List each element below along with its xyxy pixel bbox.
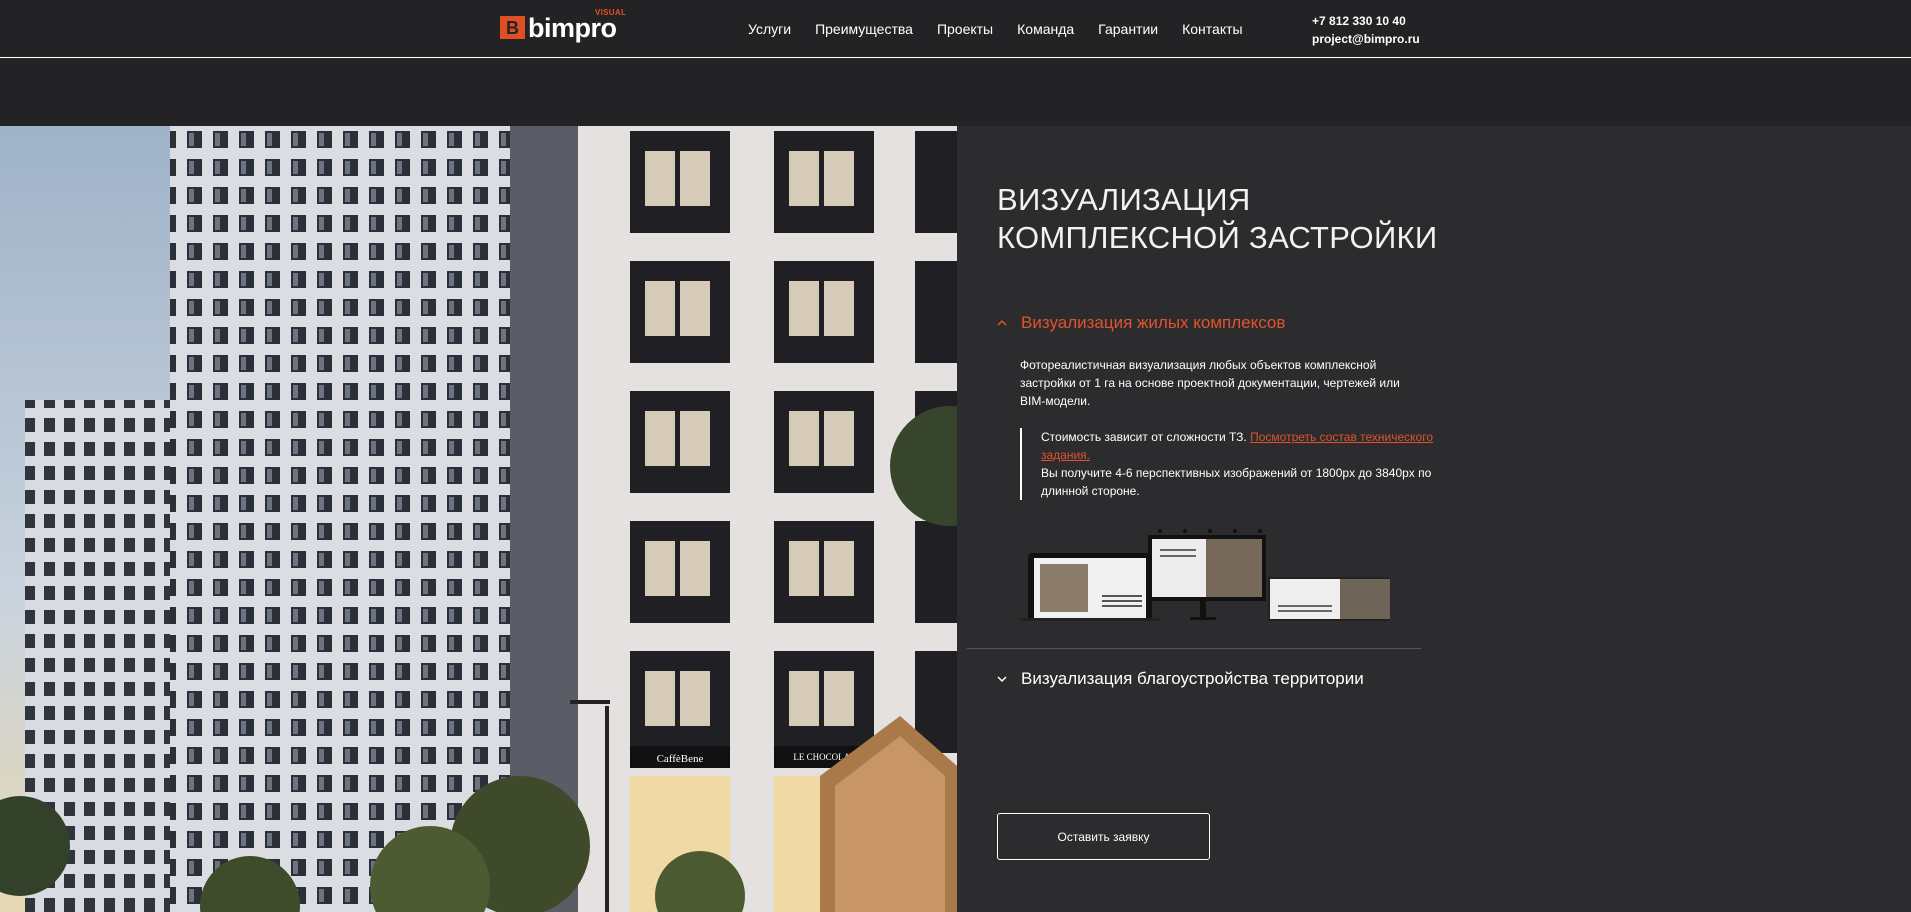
accordion-description: Фотореалистичная визуализация любых объе… [1020,358,1400,408]
hero-image: CaffèBene LE CHOCOLAT [0,126,957,912]
page-title: ВИЗУАЛИЗАЦИЯ КОМПЛЕКСНОЙ ЗАСТРОЙКИ [997,181,1437,257]
nav-item-team[interactable]: Команда [1017,21,1074,37]
shop-sign-1: CaffèBene [657,753,704,765]
accordion-item-landscaping[interactable]: Визуализация благоустройства территории [997,669,1364,689]
site-header: B bimpro VISUAL Услуги Преимущества Прое… [0,0,1911,58]
submit-request-button[interactable]: Оставить заявку [997,813,1210,860]
contact-block: +7 812 330 10 40 project@bimpro.ru [1312,12,1420,48]
nav-item-services[interactable]: Услуги [748,21,791,37]
building-illustration: CaffèBene LE CHOCOLAT [0,126,957,912]
logo-tag: VISUAL [595,8,627,17]
accordion-item-residential[interactable]: Визуализация жилых комплексов [997,313,1285,333]
title-line-1: ВИЗУАЛИЗАЦИЯ [997,182,1251,217]
chevron-down-icon [997,676,1007,683]
devices-mockup-icon [1020,529,1412,623]
cost-text: Стоимость зависит от сложности ТЗ. [1041,430,1247,444]
nav-item-projects[interactable]: Проекты [937,21,993,37]
header-spacer [0,59,1911,126]
email-link[interactable]: project@bimpro.ru [1312,30,1420,48]
pricing-note: Стоимость зависит от сложности ТЗ. Посмо… [1020,428,1440,500]
accordion-divider [967,648,1421,649]
devices-illustration [1020,521,1412,623]
logo-mark-icon: B [500,16,525,39]
nav-item-guarantees[interactable]: Гарантии [1098,21,1158,37]
phone-link[interactable]: +7 812 330 10 40 [1312,12,1420,30]
accordion-title-residential: Визуализация жилых комплексов [1021,313,1286,332]
chevron-up-icon [997,319,1007,326]
info-panel: ВИЗУАЛИЗАЦИЯ КОМПЛЕКСНОЙ ЗАСТРОЙКИ Визуа… [957,126,1911,912]
logo[interactable]: B bimpro VISUAL [500,8,626,43]
nav-item-contacts[interactable]: Контакты [1182,21,1242,37]
title-line-2: КОМПЛЕКСНОЙ ЗАСТРОЙКИ [997,220,1438,255]
logo-text: bimpro [528,13,617,43]
accordion-title-landscaping: Визуализация благоустройства территории [1021,669,1364,688]
result-text: Вы получите 4-6 перспективных изображени… [1041,466,1432,498]
main-nav: Услуги Преимущества Проекты Команда Гара… [748,21,1267,37]
nav-item-advantages[interactable]: Преимущества [815,21,913,37]
